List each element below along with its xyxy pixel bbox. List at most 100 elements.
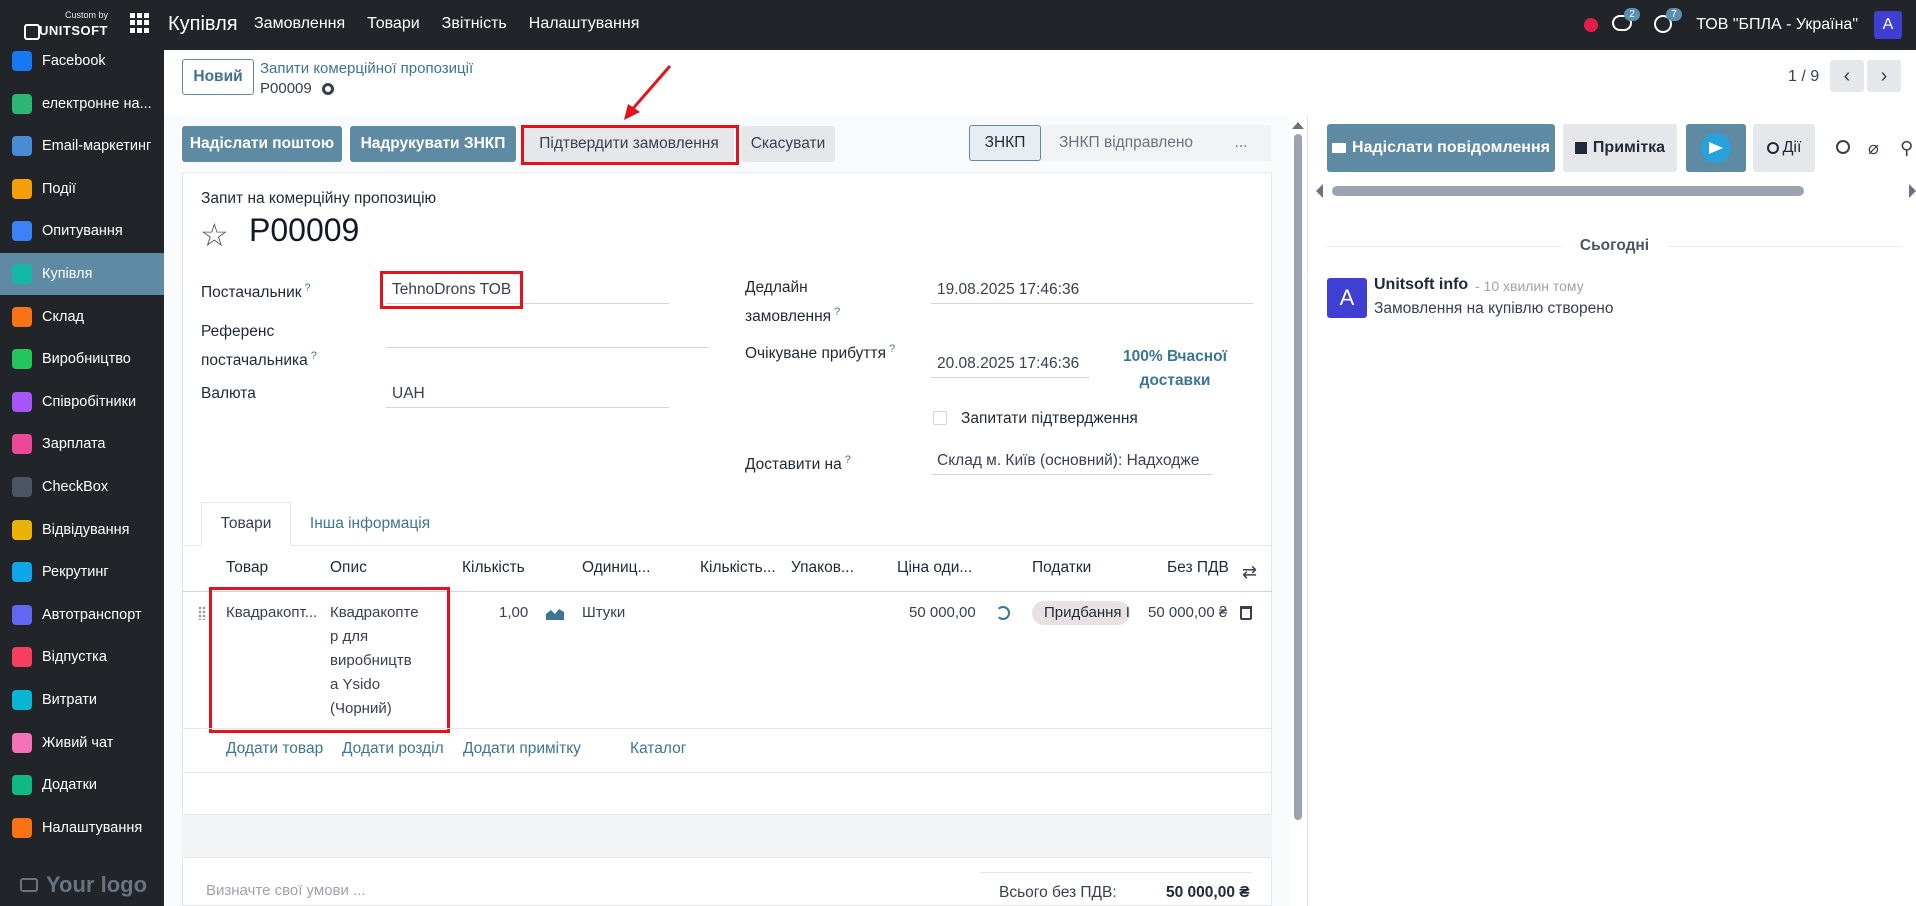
sidebar-item[interactable]: Відвідування [0, 509, 164, 551]
help-icon[interactable]: ? [305, 282, 311, 294]
row-uom[interactable]: Штуки [582, 601, 625, 625]
vendor-reference-field[interactable] [386, 320, 709, 348]
log-note-button[interactable]: Примітка [1563, 124, 1677, 172]
pager-prev-button[interactable]: ‹ [1830, 60, 1864, 92]
activities-chatter-button[interactable]: Дії [1753, 124, 1815, 172]
add-note-link[interactable]: Додати примітку [463, 740, 581, 758]
sidebar-item[interactable]: Витрати [0, 679, 164, 721]
col-qty-packaging[interactable]: Кількість... [700, 559, 776, 577]
pager-next-button[interactable]: › [1867, 60, 1901, 92]
h-scroll-thumb[interactable] [1332, 186, 1804, 196]
form-scrollbar[interactable] [1292, 122, 1304, 906]
row-tax-badge[interactable]: Придбання І [1032, 601, 1130, 625]
sidebar-item[interactable]: Події [0, 168, 164, 210]
scroll-thumb[interactable] [1294, 134, 1302, 820]
tab-products[interactable]: Товари [201, 502, 291, 546]
menu-orders[interactable]: Замовлення [254, 15, 345, 33]
telegram-button[interactable] [1686, 124, 1746, 172]
sidebar-item[interactable]: Автотранспорт [0, 594, 164, 636]
sidebar-item[interactable]: Живий чат [0, 722, 164, 764]
app-icon [12, 477, 32, 497]
send-message-button[interactable]: Надіслати повідомлення [1327, 124, 1555, 172]
message-avatar[interactable]: A [1327, 278, 1367, 318]
chatter-h-scrollbar[interactable] [1316, 184, 1916, 198]
col-subtotal[interactable]: Без ПДВ [1167, 559, 1229, 577]
tab-other-info[interactable]: Інша інформація [295, 502, 445, 546]
expected-arrival-field[interactable]: 20.08.2025 17:46:36 [931, 350, 1089, 378]
sidebar-item[interactable]: Співробітники [0, 381, 164, 423]
status-rfq[interactable]: ЗНКП [969, 125, 1041, 161]
paperclip-icon[interactable]: ⌀ [1868, 138, 1879, 159]
recording-dot-icon[interactable] [1584, 18, 1599, 32]
status-more[interactable]: ... [1211, 125, 1271, 161]
user-avatar[interactable]: A [1874, 11, 1902, 39]
search-icon[interactable] [1836, 140, 1850, 154]
help-icon[interactable]: ? [889, 343, 895, 355]
activities-button[interactable]: 7 [1654, 8, 1682, 35]
send-email-button[interactable]: Надіслати поштою [182, 126, 342, 162]
terms-input[interactable]: Визначте свої умови ... [206, 882, 366, 899]
pager-value[interactable]: 1 / 9 [1788, 68, 1819, 86]
row-unit-price[interactable]: 50 000,00 [909, 601, 976, 625]
drag-handle-icon[interactable] [198, 606, 206, 620]
col-uom[interactable]: Одиниц... [582, 559, 650, 577]
apps-grid-icon[interactable] [130, 13, 150, 33]
sidebar-item[interactable]: Опитування [0, 210, 164, 252]
brand-logo[interactable]: Custom by UNITSOFT [24, 10, 108, 42]
star-icon[interactable]: ☆ [200, 216, 229, 254]
menu-settings[interactable]: Налаштування [529, 15, 640, 33]
col-product[interactable]: Товар [226, 559, 268, 577]
col-unit-price[interactable]: Ціна оди... [897, 559, 972, 577]
ask-confirmation-checkbox[interactable] [933, 411, 947, 425]
deliver-to-field[interactable]: Склад м. Київ (основний): Надходже [931, 447, 1212, 475]
col-description[interactable]: Опис [330, 559, 367, 577]
sidebar-item[interactable]: Купівля [0, 253, 164, 295]
row-quantity[interactable]: 1,00 [499, 601, 528, 625]
message-author[interactable]: Unitsoft info [1374, 276, 1468, 294]
followers-icon[interactable]: ⚲ [1900, 138, 1913, 159]
col-packaging[interactable]: Упаков... [791, 559, 854, 577]
sidebar-item[interactable]: Зарплата [0, 423, 164, 465]
order-deadline-field[interactable]: 19.08.2025 17:46:36 [931, 276, 1253, 304]
app-name[interactable]: Купівля [168, 13, 238, 36]
messages-button[interactable]: 2 [1612, 8, 1640, 35]
help-icon[interactable]: ? [311, 350, 317, 362]
optional-columns-icon[interactable]: ⇄ [1242, 562, 1257, 583]
add-product-link[interactable]: Додати товар [226, 740, 323, 758]
gear-icon[interactable] [321, 82, 334, 95]
sidebar-item[interactable]: Виробництво [0, 338, 164, 380]
sidebar-item[interactable]: Налаштування [0, 807, 164, 849]
new-button[interactable]: Новий [182, 59, 254, 95]
sidebar-item[interactable]: Відпустка [0, 636, 164, 678]
scroll-right-icon[interactable] [1909, 184, 1916, 198]
menu-reporting[interactable]: Звітність [442, 15, 507, 33]
help-icon[interactable]: ? [834, 306, 840, 318]
col-quantity[interactable]: Кількість [462, 559, 525, 577]
refresh-icon[interactable] [996, 606, 1010, 620]
scroll-left-icon[interactable] [1316, 184, 1323, 198]
menu-products[interactable]: Товари [367, 15, 419, 33]
sidebar-item[interactable]: Рекрутинг [0, 551, 164, 593]
catalog-link[interactable]: Каталог [630, 740, 686, 758]
scroll-up-icon[interactable] [1292, 122, 1304, 129]
cancel-button[interactable]: Скасувати [741, 126, 835, 162]
company-switcher[interactable]: ТОВ "БПЛА - Україна" [1696, 16, 1858, 34]
sidebar-item[interactable]: Додатки [0, 764, 164, 806]
currency-field[interactable]: UAH [386, 380, 669, 408]
help-icon[interactable]: ? [845, 454, 851, 466]
print-rfq-button[interactable]: Надрукувати ЗНКП [350, 126, 516, 162]
vendor-ref-label: Референс постачальника? [201, 323, 317, 370]
add-section-link[interactable]: Додати розділ [342, 740, 444, 758]
on-time-delivery-link[interactable]: 100% Вчасної доставки [1098, 345, 1252, 393]
forecast-chart-icon[interactable] [546, 608, 564, 620]
sidebar-item[interactable]: Facebook [0, 50, 164, 82]
trash-icon[interactable] [1240, 606, 1252, 620]
breadcrumb-link[interactable]: Запити комерційної пропозиції [260, 60, 473, 77]
col-taxes[interactable]: Податки [1032, 559, 1091, 577]
sidebar-item[interactable]: електронне на... [0, 83, 164, 125]
status-rfq-sent[interactable]: ЗНКП відправлено [1041, 125, 1211, 161]
sidebar-item[interactable]: Склад [0, 296, 164, 338]
sidebar-item[interactable]: Email-маркетинг [0, 125, 164, 167]
app-icon [12, 349, 32, 370]
sidebar-item[interactable]: CheckBox [0, 466, 164, 508]
